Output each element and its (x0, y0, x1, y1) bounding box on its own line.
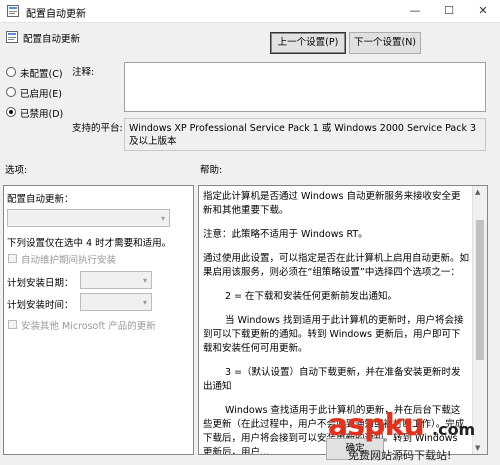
help-paragraph: 通过使用此设置，可以指定是否在此计算机上启用自动更新。如果启用该服务，则必须在“… (203, 253, 470, 278)
radio-disabled-indicator[interactable] (6, 107, 16, 117)
comment-label: 注释: (72, 67, 95, 78)
help-paragraph: 注意：此策略不适用于 Windows RT。 (203, 229, 368, 240)
watermark: aspku .com 免费网站源码下载站! (328, 408, 500, 465)
radio-not-configured-label: 未配置(C) (20, 69, 63, 80)
comment-field[interactable] (124, 62, 486, 112)
radio-enabled-indicator[interactable] (6, 87, 16, 97)
platform-label: 支持的平台: (72, 123, 123, 134)
configure-label: 配置自动更新： (7, 194, 74, 205)
radio-not-configured-indicator[interactable] (6, 67, 16, 77)
watermark-brand: aspku (328, 408, 425, 443)
watermark-subtitle: 免费网站源码下载站! (348, 449, 452, 462)
platform-field: Windows XP Professional Service Pack 1 或… (124, 118, 486, 151)
policy-setting-icon (6, 31, 18, 43)
previous-setting-button[interactable]: 上一个设置(P) (270, 32, 346, 54)
radio-enabled-label: 已启用(E) (20, 89, 62, 100)
scrollbar-thumb[interactable] (476, 220, 484, 360)
policy-name: 配置自动更新 (23, 34, 81, 45)
schedule-time-label: 计划安装时间： (7, 300, 74, 311)
options-section-label: 选项: (5, 165, 28, 176)
other-products-checkbox-label: 安装其他 Microsoft 产品的更新 (21, 321, 156, 332)
configure-dropdown[interactable]: ▾ (7, 209, 170, 227)
close-button[interactable]: ✕ (466, 0, 500, 22)
other-products-checkbox[interactable] (8, 320, 17, 329)
chevron-down-icon: ▾ (160, 214, 165, 223)
watermark-tld: .com (432, 420, 476, 439)
help-paragraph: 指定此计算机是否通过 Windows 自动更新服务来接收安全更新和其他重要下载。 (203, 191, 461, 216)
chevron-down-icon: ▾ (142, 276, 147, 285)
policy-icon (7, 5, 19, 17)
help-section-label: 帮助: (200, 165, 223, 176)
help-paragraph: 2 = 在下载和安装任何更新前发出通知。 (225, 291, 398, 302)
title-bar: 配置自动更新 — ☐ ✕ (0, 0, 500, 23)
minimize-button[interactable]: — (398, 0, 432, 22)
chevron-down-icon: ▾ (142, 298, 147, 307)
help-paragraph: 3 =（默认设置）自动下载更新，并在准备安装更新时发出通知 (203, 367, 461, 392)
help-paragraph: 当 Windows 找到适用于此计算机的更新时，用户将会接到可以下载更新的通知。… (203, 315, 464, 354)
maximize-button[interactable]: ☐ (432, 0, 466, 22)
radio-disabled-label: 已禁用(D) (20, 109, 64, 120)
scroll-up-icon[interactable]: ▲ (475, 188, 480, 196)
window-title: 配置自动更新 (26, 9, 86, 20)
next-setting-button[interactable]: 下一个设置(N) (349, 32, 421, 54)
options-panel: 配置自动更新： ▾ 下列设置仅在选中 4 时才需要和适用。 自动维护期间执行安装… (3, 185, 194, 455)
maintenance-checkbox-label: 自动维护期间执行安装 (21, 255, 117, 266)
maintenance-checkbox[interactable] (8, 254, 17, 263)
schedule-day-dropdown[interactable]: ▾ (80, 271, 152, 289)
options-description: 下列设置仅在选中 4 时才需要和适用。 (7, 238, 172, 249)
schedule-time-dropdown[interactable]: ▾ (80, 293, 152, 311)
schedule-day-label: 计划安装日期： (7, 278, 74, 289)
